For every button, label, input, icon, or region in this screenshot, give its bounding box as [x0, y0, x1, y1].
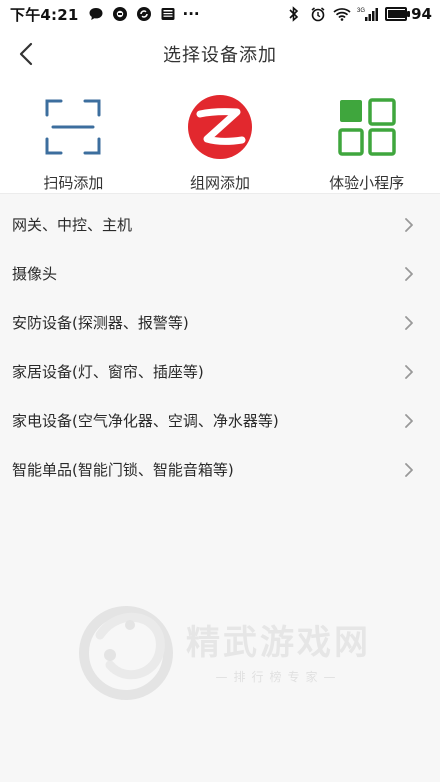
- chevron-right-icon: [405, 315, 413, 330]
- network-add-label: 组网添加: [190, 174, 251, 192]
- mini-program-button[interactable]: 体验小程序: [293, 80, 440, 193]
- page-title: 选择设备添加: [163, 45, 277, 66]
- watermark: 精武游戏网 —排行榜专家—: [70, 595, 420, 705]
- zigbee-logo-icon: [185, 93, 255, 161]
- watermark-name: 精武游戏网: [186, 623, 371, 663]
- chevron-left-icon: [19, 42, 33, 66]
- scan-add-label: 扫码添加: [43, 174, 104, 192]
- chevron-right-icon: [405, 462, 413, 477]
- watermark-slogan: —排行榜专家—: [215, 670, 342, 684]
- list-item-label: 智能单品(智能门锁、智能音箱等): [12, 461, 234, 479]
- wifi-icon: [333, 5, 351, 23]
- list-item-label: 摄像头: [12, 265, 58, 283]
- qr-code-icon: [332, 93, 402, 161]
- status-bar: 下午4:21 ··· 3G 94: [0, 0, 440, 28]
- status-time: 下午4:21: [10, 5, 79, 24]
- signal-icon: 3G: [357, 5, 379, 23]
- chevron-right-icon: [405, 364, 413, 379]
- chevron-right-icon: [405, 217, 413, 232]
- list-item-label: 网关、中控、主机: [12, 216, 133, 234]
- message-app-icon: [111, 5, 129, 23]
- alarm-icon: [309, 5, 327, 23]
- nav-header: 选择设备添加: [0, 28, 440, 81]
- watermark-logo-icon: [79, 606, 173, 700]
- category-list: 网关、中控、主机 摄像头 安防设备(探测器、报警等) 家居设备(灯、窗帘、插座等…: [0, 200, 440, 494]
- list-item-label: 家居设备(灯、窗帘、插座等): [12, 363, 204, 381]
- list-item-smart-single[interactable]: 智能单品(智能门锁、智能音箱等): [0, 445, 440, 494]
- quick-actions: 扫码添加 组网添加 体验小程序: [0, 80, 440, 194]
- battery-indicator: 94: [385, 5, 432, 23]
- battery-icon: [385, 7, 411, 21]
- back-button[interactable]: [10, 38, 42, 70]
- scan-frame-icon: [38, 93, 108, 161]
- list-item-camera[interactable]: 摄像头: [0, 249, 440, 298]
- chevron-right-icon: [405, 266, 413, 281]
- svg-text:3G: 3G: [357, 8, 365, 14]
- chevron-right-icon: [405, 413, 413, 428]
- overflow-dots: ···: [182, 5, 200, 23]
- list-item-appliance[interactable]: 家电设备(空气净化器、空调、净水器等): [0, 396, 440, 445]
- list-item-home[interactable]: 家居设备(灯、窗帘、插座等): [0, 347, 440, 396]
- bluetooth-icon: [285, 5, 303, 23]
- list-item-security[interactable]: 安防设备(探测器、报警等): [0, 298, 440, 347]
- chat-bubble-icon: [87, 5, 105, 23]
- mini-program-label: 体验小程序: [329, 174, 405, 192]
- list-item-label: 安防设备(探测器、报警等): [12, 314, 189, 332]
- news-icon: [159, 5, 177, 23]
- sync-icon: [135, 5, 153, 23]
- list-item-label: 家电设备(空气净化器、空调、净水器等): [12, 412, 279, 430]
- network-add-button[interactable]: 组网添加: [147, 80, 294, 193]
- list-item-gateway[interactable]: 网关、中控、主机: [0, 200, 440, 249]
- battery-level: 94: [411, 5, 432, 23]
- scan-add-button[interactable]: 扫码添加: [0, 80, 147, 193]
